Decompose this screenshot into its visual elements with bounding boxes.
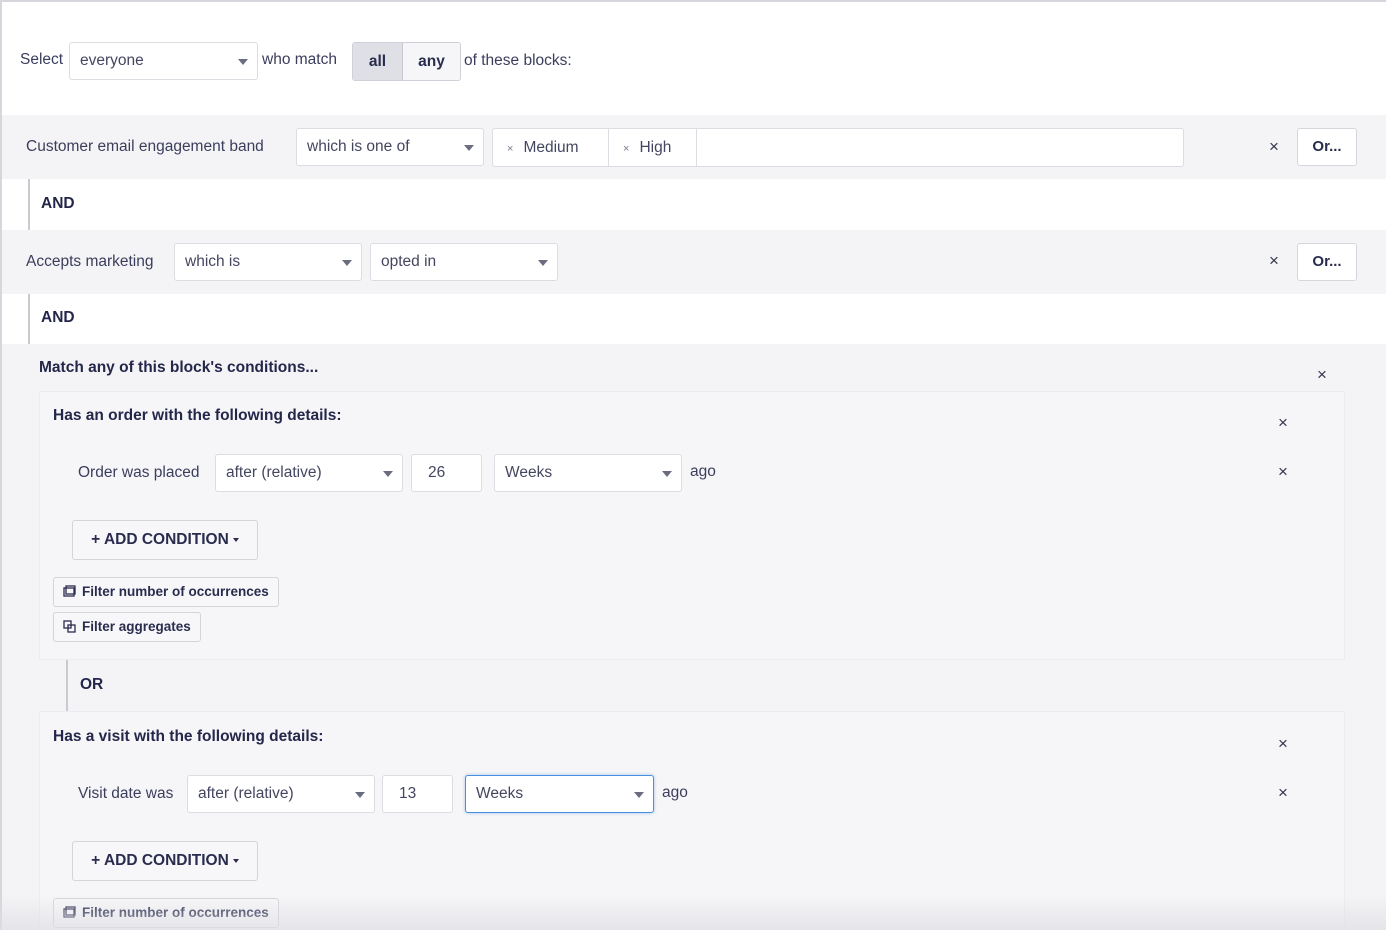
remove-group-icon[interactable]: × bbox=[1274, 414, 1292, 432]
order-number-input[interactable]: 26 bbox=[411, 454, 482, 492]
chevron-down-icon bbox=[662, 471, 672, 477]
select-label: Select bbox=[20, 51, 64, 68]
filter-aggregates-label: Filter aggregates bbox=[82, 619, 191, 634]
visit-group-title: Has a visit with the following details: bbox=[53, 728, 324, 745]
calendar-icon bbox=[63, 906, 76, 918]
chevron-down-icon bbox=[238, 59, 248, 65]
tag-remove-icon[interactable]: × bbox=[507, 143, 513, 155]
or-label: OR bbox=[80, 676, 104, 693]
remove-block-icon[interactable]: × bbox=[1313, 366, 1331, 384]
remove-row-icon[interactable]: × bbox=[1274, 784, 1292, 802]
tag-remove-icon[interactable]: × bbox=[623, 143, 629, 155]
ago-label: ago bbox=[662, 784, 688, 801]
caret-down-icon bbox=[232, 537, 239, 542]
value-select-value: opted in bbox=[381, 253, 437, 270]
add-condition-button[interactable]: + ADD CONDITION bbox=[72, 841, 258, 881]
order-unit-select[interactable]: Weeks bbox=[494, 454, 682, 492]
or-button[interactable]: Or... bbox=[1297, 128, 1357, 166]
and-connector-line bbox=[28, 294, 30, 344]
add-condition-button[interactable]: + ADD CONDITION bbox=[72, 520, 258, 560]
match-any-button[interactable]: any bbox=[403, 43, 460, 80]
or-connector-line bbox=[66, 660, 68, 711]
tag-medium: × Medium bbox=[493, 129, 609, 166]
tag-label: Medium bbox=[523, 139, 579, 156]
of-blocks-label: of these blocks: bbox=[464, 52, 572, 69]
chevron-down-icon bbox=[634, 792, 644, 798]
match-all-button[interactable]: all bbox=[353, 43, 403, 80]
visit-operator-value: after (relative) bbox=[198, 785, 294, 802]
remove-condition-icon[interactable]: × bbox=[1265, 252, 1283, 270]
add-condition-label: + ADD CONDITION bbox=[91, 852, 229, 869]
or-button[interactable]: Or... bbox=[1297, 243, 1357, 281]
operator-select[interactable]: which is bbox=[174, 243, 362, 281]
operator-select-value: which is bbox=[185, 253, 241, 270]
and-connector-line bbox=[28, 179, 30, 230]
visit-row-label: Visit date was bbox=[78, 785, 174, 802]
audience-select-value: everyone bbox=[80, 52, 144, 69]
filter-occurrences-label: Filter number of occurrences bbox=[82, 584, 269, 599]
and-label: AND bbox=[41, 309, 75, 326]
remove-group-icon[interactable]: × bbox=[1274, 735, 1292, 753]
condition-field-label: Accepts marketing bbox=[26, 253, 154, 270]
block-title: Match any of this block's conditions... bbox=[39, 359, 319, 376]
ago-label: ago bbox=[690, 463, 716, 480]
tag-high: × High bbox=[609, 129, 697, 166]
chevron-down-icon bbox=[538, 260, 548, 266]
filter-occurrences-label: Filter number of occurrences bbox=[82, 905, 269, 920]
caret-down-icon bbox=[232, 858, 239, 863]
chevron-down-icon bbox=[342, 260, 352, 266]
visit-unit-select[interactable]: Weeks bbox=[465, 775, 654, 813]
who-match-label: who match bbox=[262, 51, 337, 68]
order-unit-value: Weeks bbox=[505, 464, 553, 481]
filter-occurrences-button[interactable]: Filter number of occurrences bbox=[53, 577, 279, 607]
visit-unit-value: Weeks bbox=[476, 785, 524, 802]
order-operator-select[interactable]: after (relative) bbox=[215, 454, 403, 492]
add-condition-label: + ADD CONDITION bbox=[91, 531, 229, 548]
filter-aggregates-button[interactable]: Filter aggregates bbox=[53, 612, 201, 642]
calendar-icon bbox=[63, 585, 76, 597]
condition-field-label: Customer email engagement band bbox=[26, 138, 264, 155]
remove-condition-icon[interactable]: × bbox=[1265, 138, 1283, 156]
match-toggle: all any bbox=[352, 42, 461, 81]
order-operator-value: after (relative) bbox=[226, 464, 322, 481]
audience-select[interactable]: everyone bbox=[69, 42, 258, 80]
remove-row-icon[interactable]: × bbox=[1274, 463, 1292, 481]
tag-input[interactable]: × Medium × High bbox=[492, 128, 1184, 167]
order-group-title: Has an order with the following details: bbox=[53, 407, 342, 424]
chevron-down-icon bbox=[383, 471, 393, 477]
operator-select-value: which is one of bbox=[307, 138, 410, 155]
copy-icon bbox=[63, 620, 76, 633]
order-row-label: Order was placed bbox=[78, 464, 200, 481]
visit-number-input[interactable]: 13 bbox=[382, 775, 453, 813]
chevron-down-icon bbox=[355, 792, 365, 798]
visit-operator-select[interactable]: after (relative) bbox=[187, 775, 375, 813]
operator-select[interactable]: which is one of bbox=[296, 128, 484, 166]
tag-label: High bbox=[639, 139, 672, 156]
value-select[interactable]: opted in bbox=[370, 243, 558, 281]
chevron-down-icon bbox=[464, 145, 474, 151]
filter-occurrences-button[interactable]: Filter number of occurrences bbox=[53, 898, 279, 928]
and-label: AND bbox=[41, 195, 75, 212]
